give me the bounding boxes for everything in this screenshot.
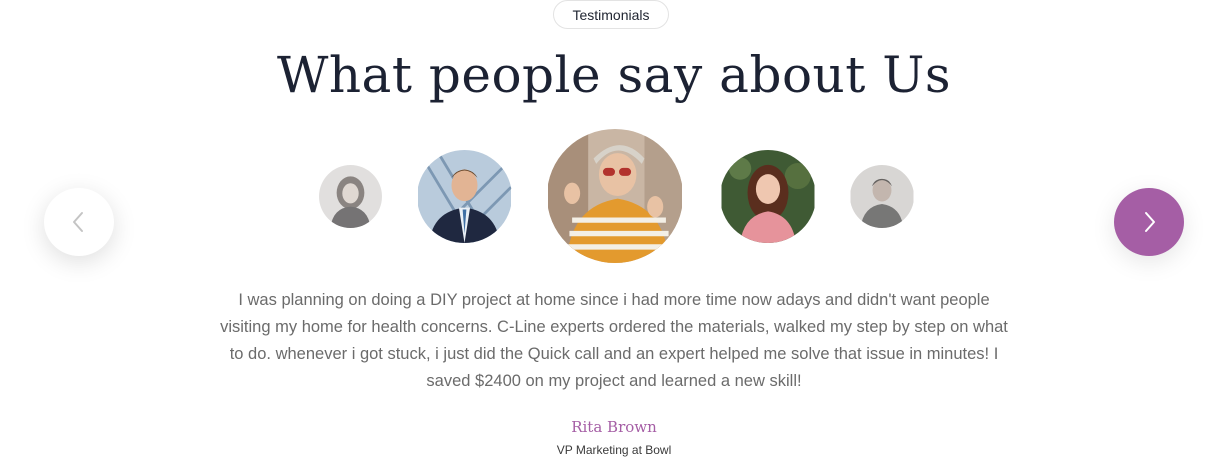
next-button[interactable] [1114, 188, 1184, 256]
chevron-right-icon [1145, 212, 1155, 232]
avatar-rita-brown[interactable] [547, 129, 683, 263]
avatar-man-suit[interactable] [417, 150, 512, 243]
avatar-woman-pink[interactable] [720, 150, 816, 243]
testimonial-quote: I was planning on doing a DIY project at… [220, 291, 1008, 390]
avatar-man-smiling[interactable] [850, 165, 914, 228]
chevron-left-icon [73, 212, 83, 232]
testimonials-badge: Testimonials [553, 0, 669, 29]
avatar-woman-1[interactable] [319, 165, 382, 228]
previous-button[interactable] [44, 188, 114, 256]
testimonial-author-name: Rita Brown [571, 418, 657, 436]
testimonial-author-role: VP Marketing at Bowl [556, 443, 672, 457]
section-title: What people say about Us [276, 46, 952, 104]
